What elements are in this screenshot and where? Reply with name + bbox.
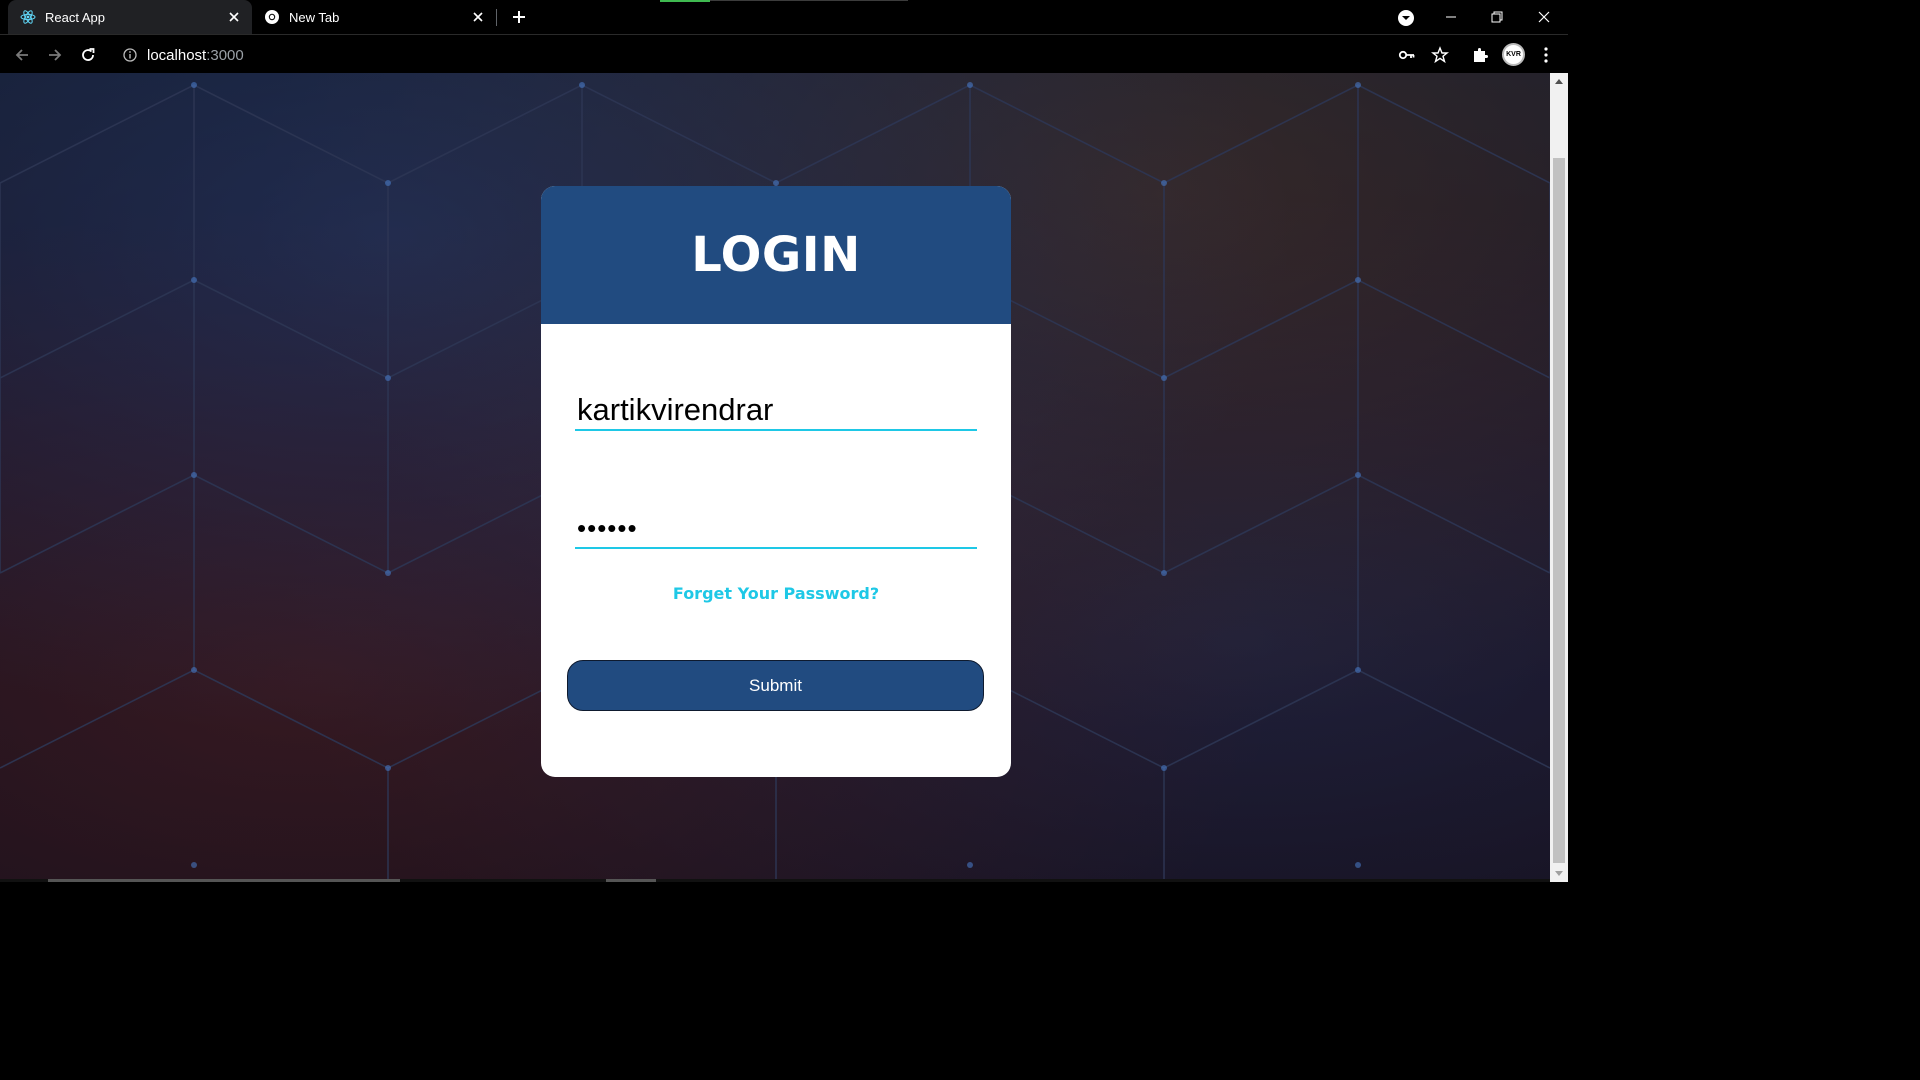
- back-arrow-icon[interactable]: [10, 43, 34, 67]
- tab-close-icon[interactable]: [468, 7, 488, 27]
- submit-button[interactable]: Submit: [567, 660, 984, 711]
- password-key-icon[interactable]: [1395, 43, 1419, 67]
- reload-icon[interactable]: [76, 43, 100, 67]
- loading-track: [710, 0, 908, 1]
- password-field[interactable]: [575, 509, 977, 549]
- react-icon: [20, 9, 36, 25]
- horizontal-scroll-segment: [606, 879, 656, 882]
- minimize-icon[interactable]: [1428, 0, 1474, 34]
- tab-separator: [496, 9, 497, 26]
- tab-react-app[interactable]: React App: [8, 0, 252, 34]
- tab-title: New Tab: [289, 9, 340, 25]
- profile-avatar[interactable]: KVR: [1502, 43, 1525, 66]
- tab-title: React App: [45, 9, 105, 25]
- address-bar[interactable]: localhost:3000: [112, 40, 1382, 70]
- url-port: :3000: [206, 46, 244, 64]
- page-scrollbar[interactable]: [1550, 73, 1568, 882]
- chrome-icon: [264, 9, 280, 25]
- login-card-header: LOGIN: [541, 186, 1011, 324]
- scroll-down-arrow-icon[interactable]: [1555, 871, 1563, 876]
- tab-search-icon[interactable]: [1396, 8, 1416, 28]
- menu-kebab-icon[interactable]: [1534, 43, 1558, 67]
- scroll-thumb[interactable]: [1553, 158, 1565, 863]
- window-close-icon[interactable]: [1521, 0, 1567, 34]
- site-info-icon[interactable]: [122, 47, 138, 63]
- bookmark-star-icon[interactable]: [1428, 43, 1452, 67]
- url-text: localhost:3000: [147, 47, 244, 64]
- page-viewport: LOGIN Forget Your Password? Submit: [0, 73, 1550, 882]
- tab-new-tab[interactable]: New Tab: [252, 0, 496, 34]
- extensions-puzzle-icon[interactable]: [1468, 43, 1492, 67]
- url-host: localhost: [147, 46, 207, 64]
- horizontal-scroll-segment: [48, 879, 400, 882]
- new-tab-plus-icon[interactable]: [508, 6, 530, 28]
- login-card: LOGIN Forget Your Password? Submit: [541, 186, 1011, 777]
- loading-indicator: [660, 0, 710, 2]
- username-field[interactable]: [575, 391, 977, 431]
- forgot-password-link[interactable]: Forget Your Password?: [541, 584, 1011, 603]
- browser-toolbar: localhost:3000 KVR: [0, 34, 1568, 73]
- tab-close-icon[interactable]: [224, 7, 244, 27]
- page-title: LOGIN: [691, 227, 861, 283]
- scroll-up-arrow-icon[interactable]: [1555, 79, 1563, 84]
- tab-strip: React App New Tab: [0, 0, 1568, 34]
- forward-arrow-icon[interactable]: [43, 43, 67, 67]
- restore-icon[interactable]: [1474, 0, 1520, 34]
